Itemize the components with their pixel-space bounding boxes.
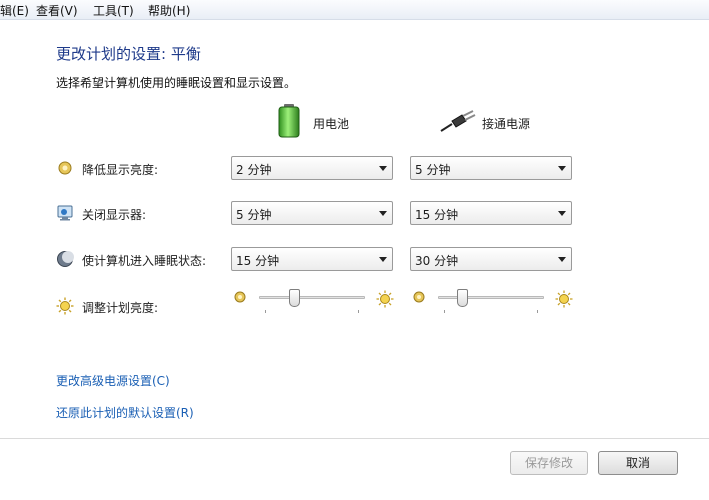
dim-display-label: 降低显示亮度:: [82, 163, 159, 177]
dim-display-plugged-select[interactable]: 5 分钟: [410, 156, 572, 180]
turn-off-display-plugged-select[interactable]: 15 分钟: [410, 201, 572, 225]
chevron-down-icon: [379, 257, 387, 262]
sleep-battery-select[interactable]: 15 分钟: [231, 247, 393, 271]
menu-help[interactable]: 帮助(H): [148, 2, 190, 19]
plugged-column-label: 接通电源: [482, 117, 531, 131]
cancel-button[interactable]: 取消: [598, 451, 678, 475]
menu-view[interactable]: 查看(V): [36, 2, 78, 19]
menu-bar: 辑(E) 查看(V) 工具(T) 帮助(H): [0, 0, 709, 20]
brightness-label: 调整计划亮度:: [82, 301, 159, 315]
dim-sun-icon: [234, 291, 246, 303]
battery-icon: [278, 104, 300, 138]
slider-tick: [444, 310, 445, 313]
menu-tools[interactable]: 工具(T): [93, 2, 134, 19]
battery-column-label: 用电池: [313, 117, 350, 131]
turn-off-display-label: 关闭显示器:: [82, 208, 147, 222]
slider-tick: [537, 310, 538, 313]
brightness-battery-slider[interactable]: [259, 289, 365, 315]
page-title: 更改计划的设置: 平衡: [56, 45, 201, 63]
chevron-down-icon: [558, 211, 566, 216]
moon-sleep-icon: [57, 251, 74, 267]
slider-track: [259, 296, 365, 299]
power-plug-icon: [440, 110, 476, 132]
menu-edit[interactable]: 辑(E): [0, 2, 29, 19]
chevron-down-icon: [558, 166, 566, 171]
save-changes-button[interactable]: 保存修改: [510, 451, 588, 475]
bright-sun-icon: [555, 290, 573, 308]
bright-sun-icon: [376, 290, 394, 308]
turn-off-display-battery-value: 5 分钟: [236, 208, 272, 222]
slider-track: [438, 296, 544, 299]
restore-defaults-link[interactable]: 还原此计划的默认设置(R): [56, 404, 194, 421]
dim-display-battery-value: 2 分钟: [236, 163, 272, 177]
chevron-down-icon: [379, 166, 387, 171]
dim-display-plugged-value: 5 分钟: [415, 163, 451, 177]
footer-divider: [0, 438, 709, 439]
slider-tick: [358, 310, 359, 313]
plugged-column-header: 接通电源: [440, 104, 570, 138]
monitor-icon: [57, 205, 73, 221]
slider-thumb[interactable]: [289, 289, 300, 307]
bright-sun-icon: [56, 297, 74, 315]
sleep-battery-value: 15 分钟: [236, 254, 280, 268]
dim-sun-icon: [413, 291, 425, 303]
battery-column-header: 用电池: [278, 104, 388, 138]
sleep-plugged-value: 30 分钟: [415, 254, 459, 268]
sleep-label: 使计算机进入睡眠状态:: [82, 254, 207, 268]
sleep-plugged-select[interactable]: 30 分钟: [410, 247, 572, 271]
dim-brightness-icon: [58, 161, 72, 175]
chevron-down-icon: [379, 211, 387, 216]
advanced-power-settings-link[interactable]: 更改高级电源设置(C): [56, 372, 170, 389]
turn-off-display-battery-select[interactable]: 5 分钟: [231, 201, 393, 225]
slider-tick: [265, 310, 266, 313]
turn-off-display-plugged-value: 15 分钟: [415, 208, 459, 222]
brightness-plugged-slider[interactable]: [438, 289, 544, 315]
slider-thumb[interactable]: [457, 289, 468, 307]
chevron-down-icon: [558, 257, 566, 262]
dim-display-battery-select[interactable]: 2 分钟: [231, 156, 393, 180]
page-subtitle: 选择希望计算机使用的睡眠设置和显示设置。: [56, 76, 297, 90]
